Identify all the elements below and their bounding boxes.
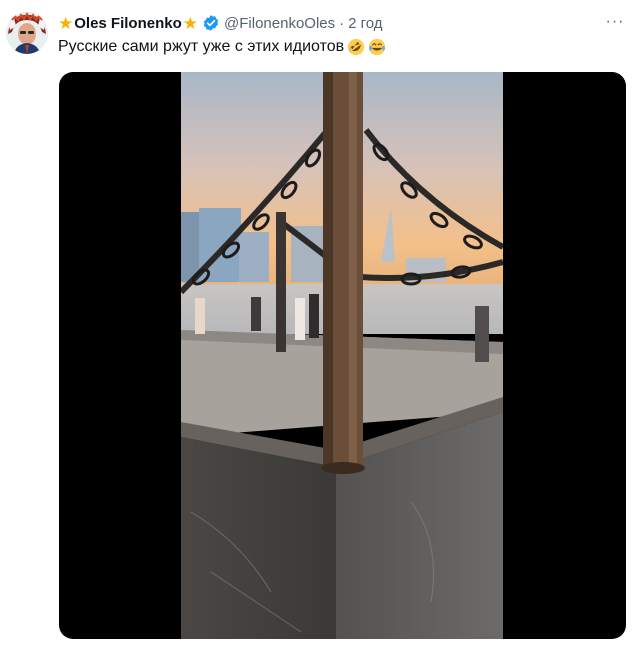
- timestamp[interactable]: 2 год: [348, 15, 382, 32]
- star-icon: ★: [58, 13, 74, 33]
- separator-dot: ·: [339, 14, 345, 32]
- tweet-video[interactable]: [59, 72, 626, 639]
- user-handle[interactable]: @FilonenkoOles: [224, 15, 335, 32]
- tweet-text: Русские сами ржут уже с этих идиотов: [58, 38, 386, 56]
- tweet[interactable]: ★ Oles Filonenko ★ @FilonenkoOles · 2 го…: [0, 0, 635, 652]
- star-icon: ★: [182, 13, 199, 33]
- tears-of-joy-emoji-icon: [369, 38, 386, 56]
- avatar-image: [6, 12, 48, 54]
- more-options-icon[interactable]: ···: [603, 10, 627, 34]
- avatar[interactable]: [6, 12, 48, 54]
- verified-badge-icon: [202, 14, 220, 32]
- display-name[interactable]: Oles Filonenko: [74, 15, 182, 32]
- video-frame: [181, 72, 503, 639]
- rolling-laughing-emoji-icon: [348, 38, 365, 56]
- tweet-header: ★ Oles Filonenko ★ @FilonenkoOles · 2 го…: [58, 12, 383, 34]
- tweet-text-content: Русские сами ржут уже с этих идиотов: [58, 38, 345, 55]
